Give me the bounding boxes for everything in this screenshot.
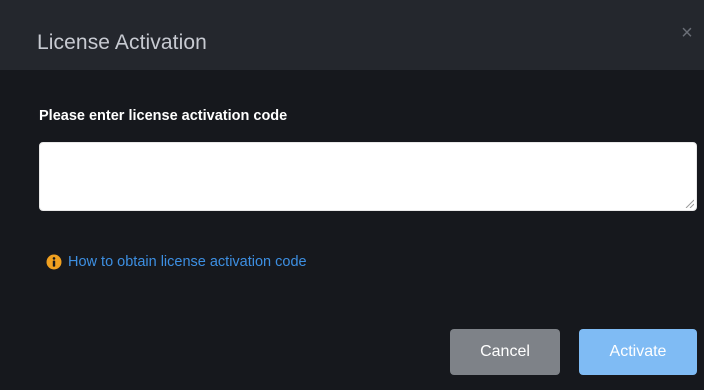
help-link[interactable]: How to obtain license activation code [46, 254, 307, 270]
dialog-header: License Activation × [0, 0, 704, 70]
help-link-text[interactable]: How to obtain license activation code [68, 254, 307, 270]
close-icon: × [681, 22, 693, 44]
info-circle-icon [46, 254, 62, 270]
activation-code-input[interactable] [39, 142, 697, 211]
dialog-title: License Activation [37, 31, 207, 54]
activation-code-label: Please enter license activation code [39, 108, 288, 124]
close-button[interactable]: × [678, 22, 696, 44]
activate-button[interactable]: Activate [579, 329, 697, 375]
cancel-button[interactable]: Cancel [450, 329, 560, 375]
license-activation-dialog: License Activation × Please enter licens… [0, 0, 704, 390]
resize-grip-icon[interactable] [684, 198, 694, 208]
